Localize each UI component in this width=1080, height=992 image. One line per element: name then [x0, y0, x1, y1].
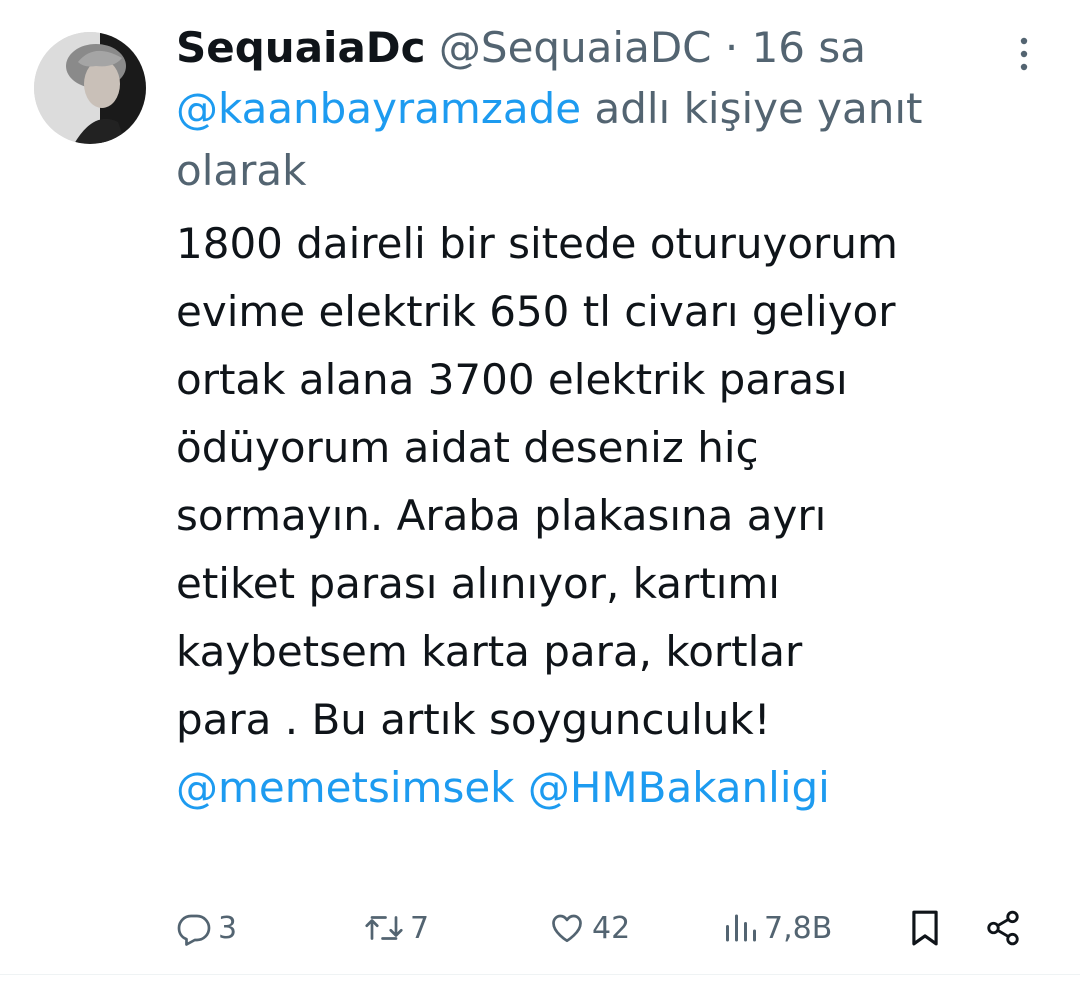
tweet[interactable]: SequaiaDc @SequaiaDC · 16 sa @kaanbayram…: [0, 0, 1080, 992]
user-handle[interactable]: @SequaiaDC: [439, 23, 712, 72]
display-name[interactable]: SequaiaDc: [176, 23, 426, 72]
retweet-count: 7: [410, 910, 430, 946]
mention-link-hmbakanligi[interactable]: @HMBakanligi: [528, 763, 830, 812]
share-button[interactable]: [984, 900, 1022, 956]
views-button[interactable]: 7,8B: [724, 900, 832, 956]
mention-link-memetsimsek[interactable]: @memetsimsek: [176, 763, 514, 812]
tweet-actions: 3 7 42 7,8B: [176, 900, 1036, 956]
reply-icon: [177, 914, 211, 946]
views-icon: [726, 914, 756, 942]
avatar[interactable]: [34, 32, 146, 144]
tweet-text-line: ödüyorum aidat deseniz hiç: [176, 423, 759, 472]
reply-button[interactable]: 3: [176, 900, 237, 956]
reply-count: 3: [218, 910, 238, 946]
like-count: 42: [592, 910, 631, 946]
bookmark-button[interactable]: [908, 900, 942, 956]
more-vertical-icon: [1020, 37, 1028, 71]
tweet-text-line: para . Bu artık soygunculuk!: [176, 695, 771, 744]
tweet-mentions: @memetsimsek @HMBakanligi: [176, 754, 1036, 822]
heart-icon: [552, 914, 582, 943]
tweet-text-line: ortak alana 3700 elektrik parası: [176, 355, 848, 404]
tweet-text-line: kaybetsem karta para, kortlar: [176, 627, 803, 676]
tweet-text-line: 1800 daireli bir sitede oturuyorum: [176, 219, 898, 268]
retweet-icon: [365, 916, 403, 940]
separator-dot: ·: [724, 23, 739, 72]
reply-context: @kaanbayramzade adlı kişiye yanıt olarak: [176, 78, 956, 202]
reply-mention-link[interactable]: @kaanbayramzade: [176, 84, 581, 133]
more-options-button[interactable]: [1004, 34, 1044, 74]
tweet-header: SequaiaDc @SequaiaDC · 16 sa: [176, 18, 1036, 78]
tweet-text-line: etiket parası alınıyor, kartımı: [176, 559, 780, 608]
tweet-text: 1800 daireli bir sitede oturuyorum evime…: [176, 210, 1036, 754]
tweet-text-line: evime elektrik 650 tl civarı geliyor: [176, 287, 896, 336]
bookmark-icon: [912, 910, 938, 946]
divider: [0, 974, 1080, 975]
like-button[interactable]: 42: [548, 900, 630, 956]
views-count: 7,8B: [764, 910, 833, 946]
share-icon: [987, 910, 1019, 946]
retweet-button[interactable]: 7: [364, 900, 429, 956]
timestamp[interactable]: 16 sa: [752, 23, 866, 72]
tweet-text-line: sormayın. Araba plakasına ayrı: [176, 491, 827, 540]
